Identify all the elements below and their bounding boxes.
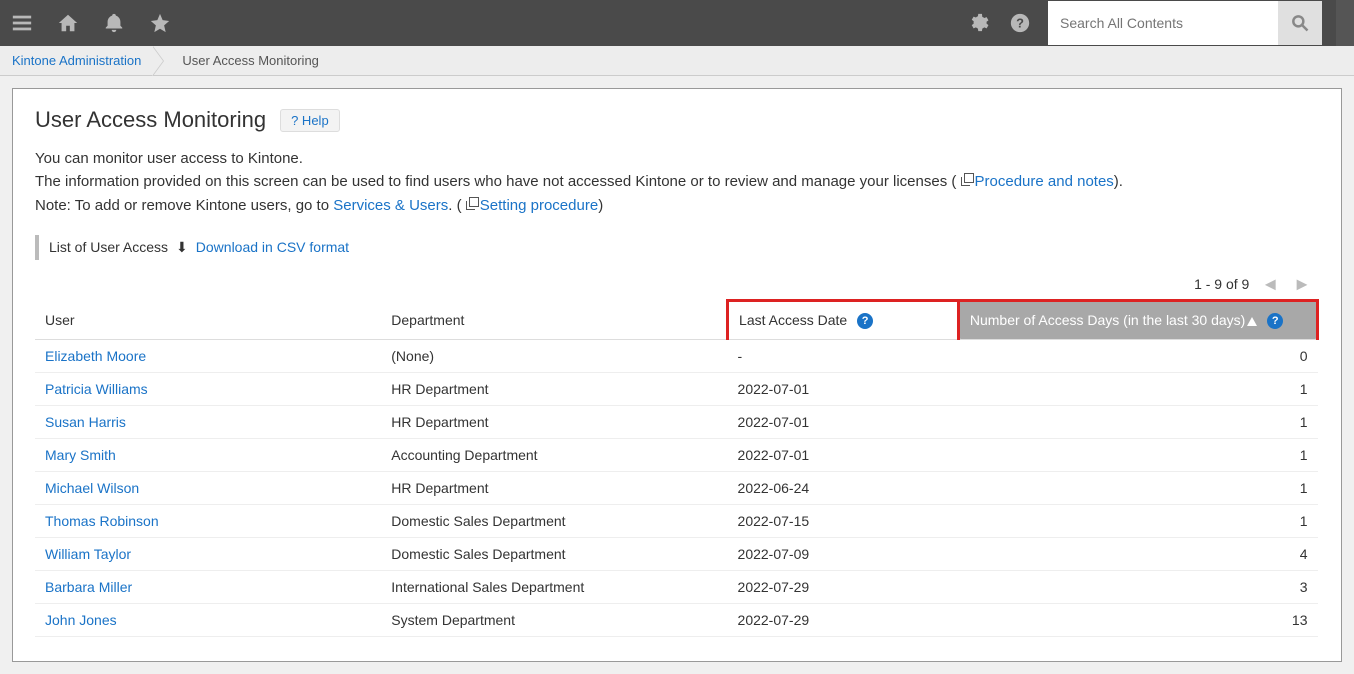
sort-asc-icon — [1247, 317, 1257, 326]
setting-procedure-link[interactable]: Setting procedure — [480, 197, 598, 214]
cell-department: HR Department — [381, 472, 727, 505]
cell-last-access-date: 2022-07-01 — [728, 439, 959, 472]
topbar-right: ? — [964, 0, 1354, 46]
user-link[interactable]: Barbara Miller — [45, 579, 132, 595]
breadcrumb-separator — [153, 46, 164, 76]
cell-last-access-date: 2022-07-09 — [728, 538, 959, 571]
desc-line2: The information provided on this screen … — [35, 170, 1319, 193]
cell-last-access-date: 2022-07-15 — [728, 505, 959, 538]
topbar-left — [8, 9, 174, 37]
scrollbar-placeholder — [1336, 0, 1354, 46]
user-link[interactable]: Susan Harris — [45, 414, 126, 430]
search-icon — [1290, 13, 1310, 33]
pager-next[interactable]: ► — [1291, 274, 1313, 295]
list-header: List of User Access ⬇ Download in CSV fo… — [35, 235, 1319, 260]
cell-access-days: 4 — [958, 538, 1317, 571]
help-q-icon[interactable]: ? — [1267, 313, 1283, 329]
pager-prev[interactable]: ◄ — [1259, 274, 1281, 295]
download-csv-link[interactable]: Download in CSV format — [196, 239, 349, 255]
desc-line1: You can monitor user access to Kintone. — [35, 147, 1319, 170]
cell-department: (None) — [381, 340, 727, 373]
bell-icon[interactable] — [100, 9, 128, 37]
user-link[interactable]: Michael Wilson — [45, 480, 139, 496]
col-header-access-days[interactable]: Number of Access Days (in the last 30 da… — [958, 300, 1317, 339]
table-row: Thomas Robinson Domestic Sales Department… — [35, 505, 1318, 538]
external-link-icon — [961, 175, 972, 186]
page-card: User Access Monitoring ? Help You can mo… — [12, 88, 1342, 662]
cell-access-days: 13 — [958, 604, 1317, 637]
cell-last-access-date: - — [728, 340, 959, 373]
search-button[interactable] — [1278, 1, 1322, 45]
topbar: ? — [0, 0, 1354, 46]
breadcrumb-current: User Access Monitoring — [164, 53, 319, 68]
cell-department: Domestic Sales Department — [381, 538, 727, 571]
help-icon[interactable]: ? — [1006, 9, 1034, 37]
star-icon[interactable] — [146, 9, 174, 37]
list-title: List of User Access — [49, 239, 168, 255]
user-access-table: User Department Last Access Date ? Numbe… — [35, 299, 1319, 637]
breadcrumb-root[interactable]: Kintone Administration — [12, 53, 153, 68]
cell-access-days: 1 — [958, 505, 1317, 538]
table-row: Mary Smith Accounting Department2022-07-0… — [35, 439, 1318, 472]
search-input[interactable] — [1048, 1, 1278, 45]
cell-department: HR Department — [381, 373, 727, 406]
cell-department: Accounting Department — [381, 439, 727, 472]
table-row: William Taylor Domestic Sales Department2… — [35, 538, 1318, 571]
col-header-department[interactable]: Department — [381, 300, 727, 339]
table-row: John Jones System Department2022-07-2913 — [35, 604, 1318, 637]
user-link[interactable]: Mary Smith — [45, 447, 116, 463]
page-wrap: User Access Monitoring ? Help You can mo… — [0, 76, 1354, 674]
help-button[interactable]: ? Help — [280, 109, 340, 132]
cell-last-access-date: 2022-07-29 — [728, 571, 959, 604]
table-row: Patricia Williams HR Department2022-07-01… — [35, 373, 1318, 406]
table-row: Michael Wilson HR Department2022-06-241 — [35, 472, 1318, 505]
table-row: Elizabeth Moore (None)-0 — [35, 340, 1318, 373]
col-header-last-access-date[interactable]: Last Access Date ? — [728, 300, 959, 339]
cell-last-access-date: 2022-07-29 — [728, 604, 959, 637]
cell-access-days: 1 — [958, 439, 1317, 472]
pager: 1 - 9 of 9 ◄ ► — [35, 274, 1319, 295]
cell-access-days: 1 — [958, 373, 1317, 406]
cell-access-days: 1 — [958, 472, 1317, 505]
cell-access-days: 0 — [958, 340, 1317, 373]
page-title: User Access Monitoring — [35, 107, 266, 133]
help-q-icon[interactable]: ? — [857, 313, 873, 329]
cell-department: HR Department — [381, 406, 727, 439]
user-link[interactable]: William Taylor — [45, 546, 131, 562]
download-icon: ⬇ — [176, 239, 188, 256]
services-users-link[interactable]: Services & Users — [333, 197, 448, 214]
pager-text: 1 - 9 of 9 — [1194, 276, 1249, 292]
user-link[interactable]: Thomas Robinson — [45, 513, 159, 529]
cell-access-days: 3 — [958, 571, 1317, 604]
breadcrumb: Kintone Administration User Access Monit… — [0, 46, 1354, 76]
cell-last-access-date: 2022-06-24 — [728, 472, 959, 505]
user-link[interactable]: Patricia Williams — [45, 381, 148, 397]
user-link[interactable]: Elizabeth Moore — [45, 348, 146, 364]
cell-department: System Department — [381, 604, 727, 637]
cell-department: International Sales Department — [381, 571, 727, 604]
home-icon[interactable] — [54, 9, 82, 37]
col-header-user[interactable]: User — [35, 300, 381, 339]
cell-department: Domestic Sales Department — [381, 505, 727, 538]
table-row: Barbara Miller International Sales Depart… — [35, 571, 1318, 604]
title-row: User Access Monitoring ? Help — [35, 107, 1319, 133]
cell-last-access-date: 2022-07-01 — [728, 373, 959, 406]
cell-last-access-date: 2022-07-01 — [728, 406, 959, 439]
user-link[interactable]: John Jones — [45, 612, 117, 628]
gear-icon[interactable] — [964, 9, 992, 37]
table-row: Susan Harris HR Department2022-07-011 — [35, 406, 1318, 439]
svg-text:?: ? — [1016, 16, 1024, 31]
cell-access-days: 1 — [958, 406, 1317, 439]
desc-line3: Note: To add or remove Kintone users, go… — [35, 194, 1319, 217]
procedure-notes-link[interactable]: Procedure and notes — [975, 173, 1114, 190]
menu-icon[interactable] — [8, 9, 36, 37]
search-wrap — [1048, 1, 1322, 45]
external-link-icon — [466, 199, 477, 210]
description: You can monitor user access to Kintone. … — [35, 147, 1319, 217]
